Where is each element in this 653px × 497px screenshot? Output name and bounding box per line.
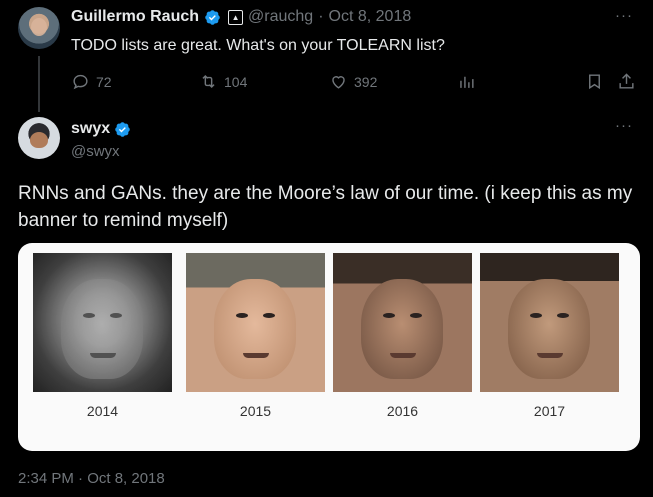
face-image-3 (333, 253, 472, 392)
parent-author-handle[interactable]: @rauchg (248, 8, 313, 26)
face-image-4 (480, 253, 619, 392)
reply-button[interactable]: 72 (71, 72, 112, 91)
affiliate-badge-icon[interactable]: ▲ (228, 9, 244, 25)
media-label-3: 2016 (386, 403, 419, 419)
main-tweet-header: swyx (71, 120, 131, 138)
main-author-handle[interactable]: @swyx (71, 143, 120, 160)
media-label-2: 2015 (239, 403, 272, 419)
retweet-button[interactable]: 104 (199, 72, 247, 91)
retweet-icon (202, 74, 215, 89)
like-button[interactable]: 392 (329, 72, 377, 91)
avatar-guillermo[interactable] (18, 7, 60, 49)
more-options-icon[interactable]: ··· (615, 117, 633, 134)
avatar-swyx[interactable] (18, 117, 60, 159)
like-count: 392 (354, 73, 378, 90)
face-image-2 (186, 253, 325, 392)
parent-tweet-actions: 72 104 392 (71, 72, 641, 94)
parent-author-name[interactable]: Guillermo Rauch (71, 8, 199, 26)
main-author-name[interactable]: swyx (71, 120, 110, 138)
heart-icon (332, 76, 345, 89)
tweet-media-image[interactable]: 2014 2015 2016 2017 (18, 243, 640, 451)
analytics-icon (460, 76, 474, 88)
retweet-count: 104 (224, 73, 248, 90)
parent-date[interactable]: Oct 8, 2018 (329, 8, 412, 26)
bookmark-button[interactable] (585, 72, 604, 91)
parent-tweet-header: Guillermo Rauch ▲ @rauchg · Oct 8, 2018 (71, 8, 411, 26)
views-button[interactable] (457, 72, 476, 91)
verified-badge-icon (115, 121, 130, 137)
media-label-1: 2014 (86, 403, 119, 419)
reply-count: 72 (96, 73, 112, 90)
parent-tweet-text: TODO lists are great. What's on your TOL… (71, 37, 445, 54)
reply-icon (73, 74, 88, 90)
bookmark-icon (589, 74, 600, 90)
share-icon (619, 73, 634, 89)
thread-line (38, 56, 40, 112)
main-tweet-text: RNNs and GANs. they are the Moore’s law … (18, 183, 633, 231)
media-label-4: 2017 (533, 403, 566, 419)
verified-badge-icon (205, 9, 220, 25)
tweet-timestamp[interactable]: 2:34 PM · Oct 8, 2018 (18, 470, 165, 487)
face-image-1 (33, 253, 172, 392)
parent-separator: · (318, 8, 324, 25)
more-options-icon[interactable]: ··· (615, 7, 633, 24)
share-button[interactable] (617, 72, 636, 91)
